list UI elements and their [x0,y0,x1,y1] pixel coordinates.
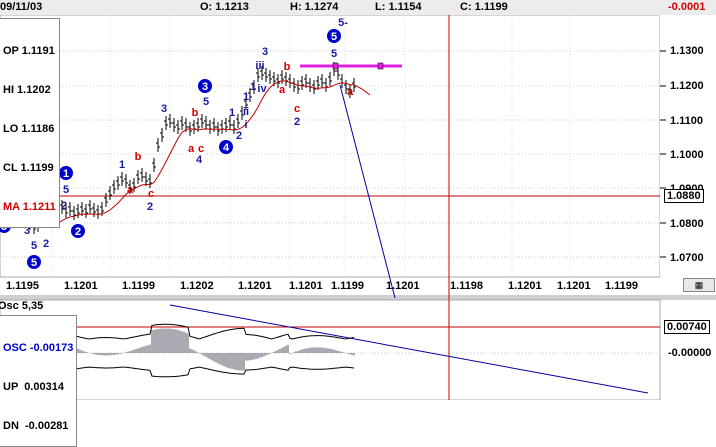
header-close: C: 1.1199 [460,1,508,13]
wave-label: 2 [147,201,153,213]
wave-label: 5- [338,17,348,29]
osc-zero-label: -0.00000 [668,347,712,359]
wave-label: 1 [119,159,125,171]
x-tick: 1.1195 [6,280,40,292]
info-low: LO 1.1186 [3,123,55,135]
price-info-box: OP 1.1191 HI 1.1202 LO 1.1186 CL 1.1199 … [0,18,60,228]
x-tick: 1.1201 [64,280,98,292]
wave-letter: a [347,86,354,98]
y-tick: 1.0700 [670,252,704,264]
wave-letter: b [284,61,291,73]
y-tick: 1.1200 [670,80,704,92]
wave-label: 2 [43,238,49,250]
x-tick: 1.1199 [122,280,156,292]
current-level-box: 1.0880 [664,189,704,203]
x-tick: 1.1201 [289,280,323,292]
wave-circle-label: 5 [331,31,337,43]
wave-label: 3 [262,46,268,58]
info-ma: MA 1.1211 [3,201,56,213]
info-open: OP 1.1191 [3,45,55,57]
target-line-handle-right[interactable] [377,62,384,70]
wave-label: 4 [196,154,203,166]
wave-label: iii [255,60,264,72]
osc-up-value: UP 0.00314 [3,381,64,393]
wave-letter: a [127,184,134,196]
y-tick: 1.1300 [670,45,704,57]
header-open: O: 1.1213 [200,1,249,13]
wave-label: 1 [250,81,256,93]
wave-letter: c [198,143,204,155]
wave-label: ii [243,106,249,118]
chart-canvas[interactable]: 4 3 1 5 2 3 4 5 4 3 5 2 5 3 2 1 2 3 5 1 … [0,15,716,400]
y-tick: 1.1100 [670,115,704,127]
wave-label: 2 [294,116,300,128]
x-tick: 1.1201 [238,280,272,292]
osc-info-box: OSC -0.00173 UP 0.00314 DN -0.00281 [0,315,78,447]
wave-circle-label: 2 [75,226,81,238]
header-high: H: 1.1274 [290,1,339,13]
wave-letter: a [279,84,286,96]
wave-letter: a [188,143,195,155]
wave-label: iv [257,83,267,95]
y-tick: 1.1000 [670,149,704,161]
x-tick: 1.1199 [605,280,639,292]
target-line-handle-left[interactable] [332,62,339,70]
wave-circle-label: 5 [31,257,37,269]
wave-label: 5 [63,184,69,196]
x-tick: 1.1201 [557,280,591,292]
y-tick: 1.0800 [670,218,704,230]
info-high: HI 1.1202 [3,84,51,96]
wave-circle-label: 4 [223,142,230,154]
x-tick: 1.1198 [450,280,484,292]
osc-value: OSC -0.00173 [3,342,74,354]
osc-title: Osc 5,35 [0,300,44,312]
wave-letter: b [135,151,142,163]
wave-circle-label: 3 [202,81,208,93]
osc-level-box: 0.00740 [664,320,710,334]
header-low: L: 1.1154 [375,1,422,13]
x-tick: 1.1201 [508,280,542,292]
osc-dn-value: DN -0.00281 [3,420,69,432]
wave-label: 5 [31,240,37,252]
header-date: 09/11/03 [0,1,43,13]
wave-circle-label: 1 [63,168,69,180]
wave-label: 5 [331,48,337,60]
info-close: CL 1.1199 [3,162,54,174]
wave-letter: b [192,107,199,119]
wave-label: 2 [61,200,67,212]
panel-separator [0,295,716,300]
wave-label: 1 [229,107,235,119]
x-tick: 1.1201 [386,280,420,292]
wave-label: 3 [161,103,167,115]
wave-label: i [244,119,247,131]
resize-grip-icon[interactable]: ▦ [683,278,715,292]
wave-letter: c [294,103,300,115]
x-tick: 1.1199 [331,280,365,292]
wave-label: 2 [236,130,242,142]
header-change: -0.0001 [668,1,706,13]
quote-header: 09/11/03 O: 1.1213 H: 1.1274 L: 1.1154 C… [0,0,716,16]
wave-letter: c [148,188,154,200]
wave-label: 5 [203,96,209,108]
x-tick: 1.1202 [180,280,214,292]
wave-label: 1 [243,91,249,103]
